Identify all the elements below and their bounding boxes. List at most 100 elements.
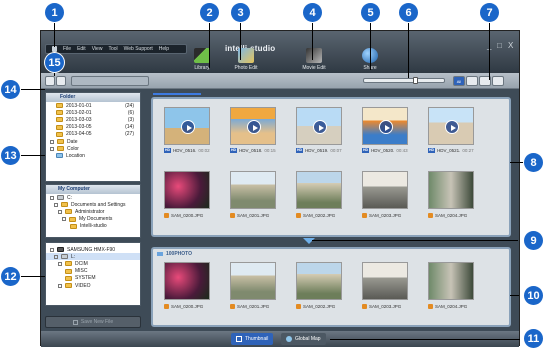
callout-11: 11 xyxy=(524,329,543,348)
tree-item[interactable]: C: xyxy=(46,194,140,201)
group-label: Location xyxy=(66,152,85,159)
jpg-icon xyxy=(164,213,169,218)
video-thumbnail[interactable] xyxy=(428,107,474,145)
my-computer-header[interactable]: My Computer xyxy=(46,185,140,194)
zoom-slider[interactable] xyxy=(363,77,445,84)
folder-item[interactable]: 2013-04-05 (27) xyxy=(46,131,140,138)
tree-item[interactable]: MISC xyxy=(46,268,140,275)
expand-icon xyxy=(58,283,62,288)
device-folder-header: 100PHOTO xyxy=(157,251,192,257)
play-icon xyxy=(445,120,459,134)
tree-item-label: C: xyxy=(67,194,72,201)
menu-web-support[interactable]: Web Support xyxy=(124,46,153,52)
callout-leader xyxy=(312,240,518,241)
tree-item[interactable]: VIDEO xyxy=(46,282,140,289)
edit-tool-group[interactable] xyxy=(71,76,149,86)
photo-thumbnail[interactable] xyxy=(428,262,474,300)
callout-leader xyxy=(489,18,490,80)
tree-item-label: VIDEO xyxy=(75,282,91,289)
callout-leader xyxy=(240,18,241,60)
library-tree-panel: Folder 2013-01-01 (24) 2013-02-01 (6) 2013… xyxy=(45,92,141,182)
callout-leader xyxy=(330,339,520,340)
callout-leader xyxy=(18,89,45,90)
intelli-studio-window: File Edit View Tool Web Support Help int… xyxy=(40,30,520,347)
folder-item[interactable]: 2013-02-01 (6) xyxy=(46,109,140,116)
menu-view[interactable]: View xyxy=(92,46,103,52)
folder-icon xyxy=(70,223,77,229)
video-thumbnail[interactable] xyxy=(164,107,210,145)
photo-thumbnail[interactable] xyxy=(164,171,210,209)
tree-item[interactable]: Intelli-studio xyxy=(46,223,140,230)
device-folder-name: 100PHOTO xyxy=(166,251,193,257)
tree-item[interactable]: SYSTEM xyxy=(46,275,140,282)
back-button[interactable] xyxy=(45,76,55,86)
save-new-file-button[interactable]: Save New File xyxy=(45,316,141,328)
group-color[interactable]: Color xyxy=(46,145,140,152)
filter-all[interactable]: All xyxy=(453,76,465,86)
photo-thumbnail[interactable] xyxy=(362,262,408,300)
folder-count: (14) xyxy=(125,124,134,131)
group-date[interactable]: Date xyxy=(46,138,140,145)
camera-icon xyxy=(57,247,64,253)
tree-item[interactable]: L: xyxy=(46,253,140,261)
folder-item[interactable]: 2013-03-05 (14) xyxy=(46,124,140,131)
callout-1: 1 xyxy=(45,3,64,22)
callout-9: 9 xyxy=(524,231,543,250)
video-thumbnail[interactable] xyxy=(230,107,276,145)
menu-tool[interactable]: Tool xyxy=(108,46,117,52)
maximize-button[interactable]: □ xyxy=(497,41,502,50)
tree-item[interactable]: DCIM xyxy=(46,260,140,267)
group-location[interactable]: Location xyxy=(46,152,140,159)
zoom-slider-knob[interactable] xyxy=(413,77,419,84)
photo-caption: SAM_0202.JPG xyxy=(296,213,335,218)
view-filter: All xyxy=(453,76,504,86)
folder-icon xyxy=(65,261,72,267)
photo-thumbnail[interactable] xyxy=(230,171,276,209)
callout-leader xyxy=(312,18,313,60)
mode-photo-edit-button[interactable]: Photo Edit xyxy=(223,48,269,71)
photo-caption: SAM_0200.JPG xyxy=(164,304,203,309)
tree-item[interactable]: SAMSUNG HMX-F90 xyxy=(46,246,140,253)
mode-library-button[interactable]: Library xyxy=(179,48,225,71)
mode-movie-edit-button[interactable]: Movie Edit xyxy=(291,48,337,71)
drive-icon xyxy=(61,254,68,260)
photo-thumbnail[interactable] xyxy=(230,262,276,300)
photo-thumbnail[interactable] xyxy=(296,171,342,209)
expand-device-view-icon[interactable] xyxy=(303,238,315,244)
photo-caption: SAM_0203.JPG xyxy=(362,213,401,218)
photo-caption: SAM_0204.JPG xyxy=(428,213,467,218)
forward-button[interactable] xyxy=(56,76,66,86)
folder-item[interactable]: 2013-03-03 (3) xyxy=(46,116,140,123)
video-thumbnail[interactable] xyxy=(362,107,408,145)
menu-file[interactable]: File xyxy=(63,46,71,52)
tab-thumbnail[interactable]: Thumbnail xyxy=(231,333,274,345)
library-thumbnail-grid: HD HDV_0516. 00:02 HD HDV_0518. 00:15 HD HDV_… xyxy=(151,93,511,237)
photo-thumbnail[interactable] xyxy=(428,171,474,209)
save-button-label: Save New File xyxy=(80,319,114,325)
menu-edit[interactable]: Edit xyxy=(77,46,86,52)
tree-item[interactable]: Documents and Settings xyxy=(46,201,140,208)
folder-icon xyxy=(57,146,64,152)
menu-bar: File Edit View Tool Web Support Help xyxy=(45,44,187,54)
jpg-icon xyxy=(296,304,301,309)
photo-thumbnail[interactable] xyxy=(362,171,408,209)
photo-thumbnail[interactable] xyxy=(164,262,210,300)
mode-library-label: Library xyxy=(194,65,210,71)
tree-item[interactable]: My Documents xyxy=(46,216,140,223)
folder-item[interactable]: 2013-01-01 (24) xyxy=(46,102,140,109)
menu-help[interactable]: Help xyxy=(159,46,169,52)
filter-photo-icon[interactable] xyxy=(466,76,478,86)
photo-thumbnail[interactable] xyxy=(296,262,342,300)
close-button[interactable]: X xyxy=(508,41,513,50)
callout-14: 14 xyxy=(1,80,20,99)
photo-caption: SAM_0200.JPG xyxy=(164,213,203,218)
play-icon xyxy=(181,120,195,134)
callout-5: 5 xyxy=(361,3,380,22)
folder-header[interactable]: Folder xyxy=(46,93,140,102)
tree-item[interactable]: Administrator xyxy=(46,208,140,215)
video-thumbnail[interactable] xyxy=(296,107,342,145)
hd-badge-icon: HD xyxy=(362,148,370,153)
filter-audio-icon[interactable] xyxy=(492,76,504,86)
tab-global-map[interactable]: Global Map xyxy=(281,333,326,345)
location-icon xyxy=(56,153,63,159)
